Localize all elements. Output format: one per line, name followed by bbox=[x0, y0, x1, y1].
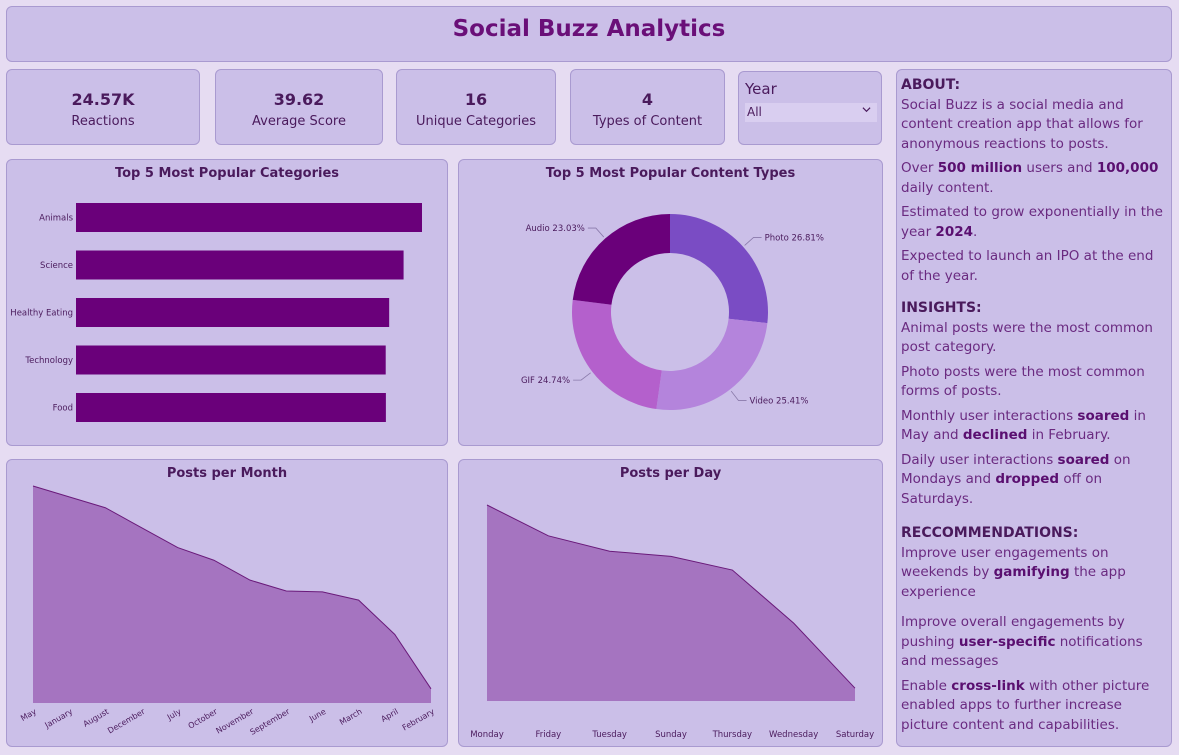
about-heading: ABOUT: bbox=[901, 77, 961, 93]
slice-label: Audio 23.03% bbox=[526, 224, 585, 234]
kpi-value: 39.62 bbox=[273, 90, 325, 109]
insight-text: Daily user interactions soared on Monday… bbox=[901, 451, 1131, 507]
insight-text: Photo posts were the most common forms o… bbox=[901, 363, 1145, 400]
title-bar: Social Buzz Analytics bbox=[6, 6, 1172, 62]
page-title: Social Buzz Analytics bbox=[452, 16, 726, 42]
year-label: Year bbox=[745, 80, 777, 98]
x-tick-label: Monday bbox=[470, 730, 504, 740]
recommendations-heading: RECCOMMENDATIONS: bbox=[901, 525, 1079, 541]
x-tick-label: March bbox=[338, 707, 364, 727]
about-text: Expected to launch an IPO at the end of … bbox=[901, 248, 1154, 284]
category-label: Animals bbox=[39, 214, 73, 224]
bar-chart-panel: Top 5 Most Popular Categories Animals Sci… bbox=[6, 159, 448, 446]
area-fill bbox=[33, 486, 431, 703]
x-tick-label: June bbox=[307, 707, 328, 724]
insight-text: Animal posts were the most common post c… bbox=[901, 319, 1153, 356]
recommendation-text: Improve overall engagements by pushing u… bbox=[901, 614, 1143, 669]
donut-slice[interactable] bbox=[572, 299, 662, 410]
recommendation-text: Enable cross-link with other picture ena… bbox=[901, 677, 1150, 733]
x-tick-label: Tuesday bbox=[591, 730, 627, 740]
recommendation-text: Improve user engagements on weekends by … bbox=[901, 544, 1126, 600]
kpi-average-score: 39.62 Average Score bbox=[215, 69, 383, 145]
leader-line bbox=[587, 227, 605, 238]
category-label: Science bbox=[40, 261, 73, 271]
kpi-value: 24.57K bbox=[71, 90, 135, 109]
x-tick-label: July bbox=[165, 707, 183, 723]
posts-per-day-panel: Posts per Day Monday Friday Tuesday Sunday T… bbox=[458, 459, 883, 747]
slice-label: Photo 26.81% bbox=[765, 233, 824, 243]
chevron-down-icon bbox=[862, 107, 871, 113]
x-tick-label: Thursday bbox=[712, 730, 753, 740]
categories-bar-chart: Animals Science Healthy Eating Technology Fo… bbox=[10, 203, 422, 422]
category-label: Healthy Eating bbox=[10, 309, 73, 319]
kpi-reactions: 24.57K Reactions bbox=[6, 69, 200, 145]
insights-heading: INSIGHTS: bbox=[901, 300, 982, 316]
x-tick-label: August bbox=[82, 707, 111, 729]
x-tick-label: Friday bbox=[535, 730, 561, 740]
area-fill bbox=[487, 505, 855, 701]
category-label: Technology bbox=[24, 356, 73, 366]
insight-text: Monthly user interactions soared in May … bbox=[901, 407, 1146, 444]
about-text: Estimated to grow exponentially in the y… bbox=[901, 204, 1163, 240]
category-label: Food bbox=[53, 404, 73, 414]
leader-line bbox=[744, 237, 762, 246]
x-tick-label: September bbox=[248, 707, 291, 737]
bar[interactable] bbox=[76, 250, 404, 280]
kpi-value: 16 bbox=[464, 90, 488, 109]
leader-line bbox=[730, 390, 747, 401]
donut-chart-panel: Top 5 Most Popular Content Types Photo 2… bbox=[458, 159, 883, 446]
posts-per-month-panel: Posts per Month May January August December… bbox=[6, 459, 448, 747]
content-types-donut-chart: Photo 26.81% Video 25.41% GIF 24.74% Audio … bbox=[521, 214, 824, 410]
kpi-label: Average Score bbox=[252, 114, 346, 129]
kpi-types-of-content: 4 Types of Content bbox=[570, 69, 725, 145]
x-tick-label: Saturday bbox=[836, 730, 874, 740]
year-dropdown[interactable]: All bbox=[745, 103, 877, 122]
x-tick-label: January bbox=[43, 707, 75, 731]
x-tick-label: December bbox=[106, 707, 147, 736]
leader-line bbox=[573, 372, 591, 381]
bar[interactable] bbox=[76, 345, 386, 375]
bar[interactable] bbox=[76, 203, 422, 232]
x-tick-label: May bbox=[19, 707, 38, 723]
kpi-label: Types of Content bbox=[592, 114, 703, 129]
year-slicer: Year All bbox=[738, 71, 882, 145]
kpi-label: Unique Categories bbox=[415, 114, 537, 129]
bar[interactable] bbox=[76, 393, 386, 422]
slice-label: GIF 24.74% bbox=[521, 376, 570, 386]
x-tick-label: Wednesday bbox=[769, 730, 818, 740]
posts-per-day-area-chart: Monday Friday Tuesday Sunday Thursday Wednesd… bbox=[470, 504, 874, 740]
donut-slice[interactable] bbox=[572, 214, 670, 305]
about-text: Over 500 million users and 100,000 daily… bbox=[901, 160, 1159, 196]
kpi-label: Reactions bbox=[71, 114, 135, 129]
kpi-unique-categories: 16 Unique Categories bbox=[396, 69, 556, 145]
year-selected-value: All bbox=[747, 105, 762, 119]
bar[interactable] bbox=[76, 298, 390, 327]
posts-per-month-area-chart: May January AugustDecember July OctoberNovem… bbox=[19, 485, 436, 737]
slice-label: Video 25.41% bbox=[750, 397, 809, 407]
x-tick-label: February bbox=[401, 707, 436, 733]
donut-slice[interactable] bbox=[670, 214, 768, 324]
about-text: Social Buzz is a social media and conten… bbox=[901, 96, 1143, 152]
kpi-value: 4 bbox=[641, 90, 654, 109]
x-tick-label: April bbox=[379, 707, 399, 724]
about-panel: ABOUT: Social Buzz is a social media and… bbox=[896, 69, 1172, 747]
x-tick-label: Sunday bbox=[655, 730, 687, 740]
